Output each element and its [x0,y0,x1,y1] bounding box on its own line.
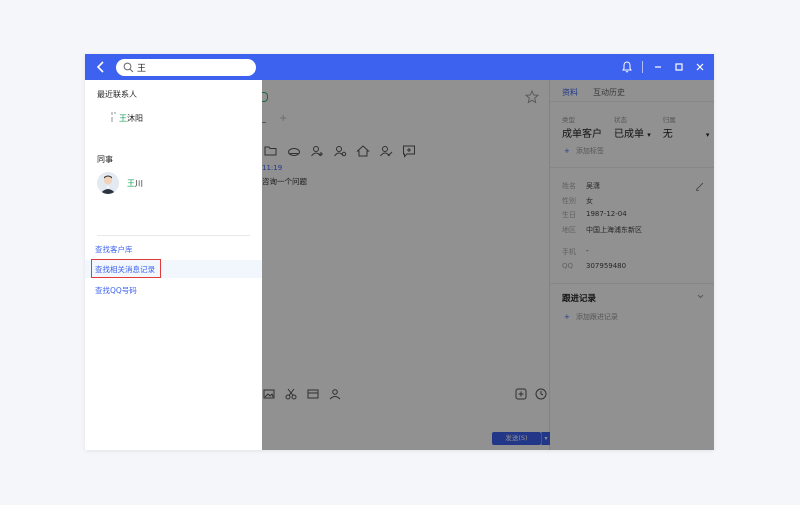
window-controls [621,54,706,80]
send-options-button[interactable]: ▾ [541,432,550,445]
field-value: 成单客户 [562,129,602,140]
input-right-tools [514,387,548,401]
bell-icon [622,61,632,73]
detail-row: QQ 307959480 [562,261,627,270]
message-text: 咨询一个问题 [262,177,307,186]
chat-panel: + 11:19 咨询一个问题 发送(S) ▾ [262,80,550,450]
minimize-icon [655,66,661,68]
colleagues-title: 同事 [97,155,113,164]
maximize-button[interactable] [673,60,685,74]
customer-fields: 类型 成单客户 状态 已成单 ▾ 归属 无 ▾ [562,114,709,140]
customer-details: 姓名 吴潇 性别女 生日 1987-12-04 地区 中国上海浦东新区 手机 - QQ 3… [562,181,642,277]
image-icon[interactable] [262,387,276,401]
recent-contacts-title: 最近联系人 [97,90,137,99]
focus-highlight-box [91,259,161,278]
add-follow-up-button[interactable]: + 添加跟进记录 [564,312,618,322]
chat-tab[interactable] [262,115,266,123]
back-button[interactable] [93,59,109,75]
card-icon[interactable] [306,387,320,401]
message-time: 11:19 [262,164,283,172]
field-type[interactable]: 类型 成单客户 [562,114,602,140]
folder-icon[interactable] [264,144,278,158]
cloud-icon[interactable] [287,144,301,158]
search-customer-library-link[interactable]: 查找客户库 [95,244,133,255]
field-value: 无 ▾ [662,129,710,140]
loading-icon [111,112,116,122]
send-button[interactable]: 发送(S) [492,432,541,445]
add-box-icon[interactable] [514,387,528,401]
divider [550,167,714,168]
colleague-item[interactable]: 王川 [97,172,143,194]
add-user-icon[interactable] [310,144,324,158]
field-owner[interactable]: 归属 无 ▾ [663,114,710,140]
chevron-left-icon [96,61,104,73]
recent-contact-item[interactable]: 王沐阳 [119,113,143,124]
chat-toolbar [264,144,416,158]
divider [97,235,250,236]
comment-add-icon[interactable] [402,144,416,158]
notification-button[interactable] [621,60,633,74]
search-box[interactable] [116,59,256,76]
input-toolbar [262,387,342,401]
search-qq-number-link[interactable]: 查找QQ号码 [95,285,137,296]
add-tag-button[interactable]: + 添加标签 [564,146,604,156]
contact-name: 王沐阳 [119,114,143,123]
close-icon [696,63,704,71]
search-results-dropdown: 最近联系人 王沐阳 同事 王川 查找客户库 查找相关消息记录 查找QQ号码 [85,80,262,450]
search-icon [123,62,134,73]
customer-info-panel: 资料 互动历史 类型 成单客户 状态 已成单 ▾ 归属 无 ▾ + 添加标签 姓… [550,80,714,450]
chevron-down-icon[interactable] [697,293,704,300]
user-edit-icon[interactable] [379,144,393,158]
app-window: + 11:19 咨询一个问题 发送(S) [85,54,714,450]
field-label: 归属 [662,116,676,124]
field-value: 已成单 ▾ [614,129,651,140]
avatar [97,172,119,194]
minimize-button[interactable] [652,60,664,74]
contact-name: 王川 [127,178,143,188]
detail-row: 地区 中国上海浦东新区 [562,225,642,234]
tab-interaction-history[interactable]: 互动历史 [593,87,625,102]
scissors-icon[interactable] [284,387,298,401]
close-button[interactable] [694,60,706,74]
detail-row: 姓名 吴潇 [562,182,600,190]
home-icon[interactable] [356,144,370,158]
add-tab-icon[interactable]: + [279,113,287,124]
detail-row: 手机 - [562,247,589,257]
edit-icon[interactable] [695,182,704,191]
title-bar [85,54,714,80]
user-settings-icon[interactable] [333,144,347,158]
field-label: 类型 [562,116,575,124]
divider [642,61,643,73]
follow-up-title: 跟进记录 [562,294,597,304]
divider [550,283,714,284]
detail-row: 生日 1987-12-04 [562,210,627,220]
chat-status-icon [262,92,268,102]
search-input[interactable] [137,60,249,75]
tab-profile[interactable]: 资料 [562,87,578,102]
clock-icon[interactable] [534,387,548,401]
detail-row: 性别女 [562,196,593,205]
info-tabs: 资料 互动历史 [562,87,625,102]
divider [550,101,714,102]
maximize-icon [675,63,683,71]
star-icon[interactable] [525,90,539,104]
field-label: 状态 [614,116,627,124]
field-status[interactable]: 状态 已成单 ▾ [614,114,651,140]
transfer-icon[interactable] [328,387,342,401]
